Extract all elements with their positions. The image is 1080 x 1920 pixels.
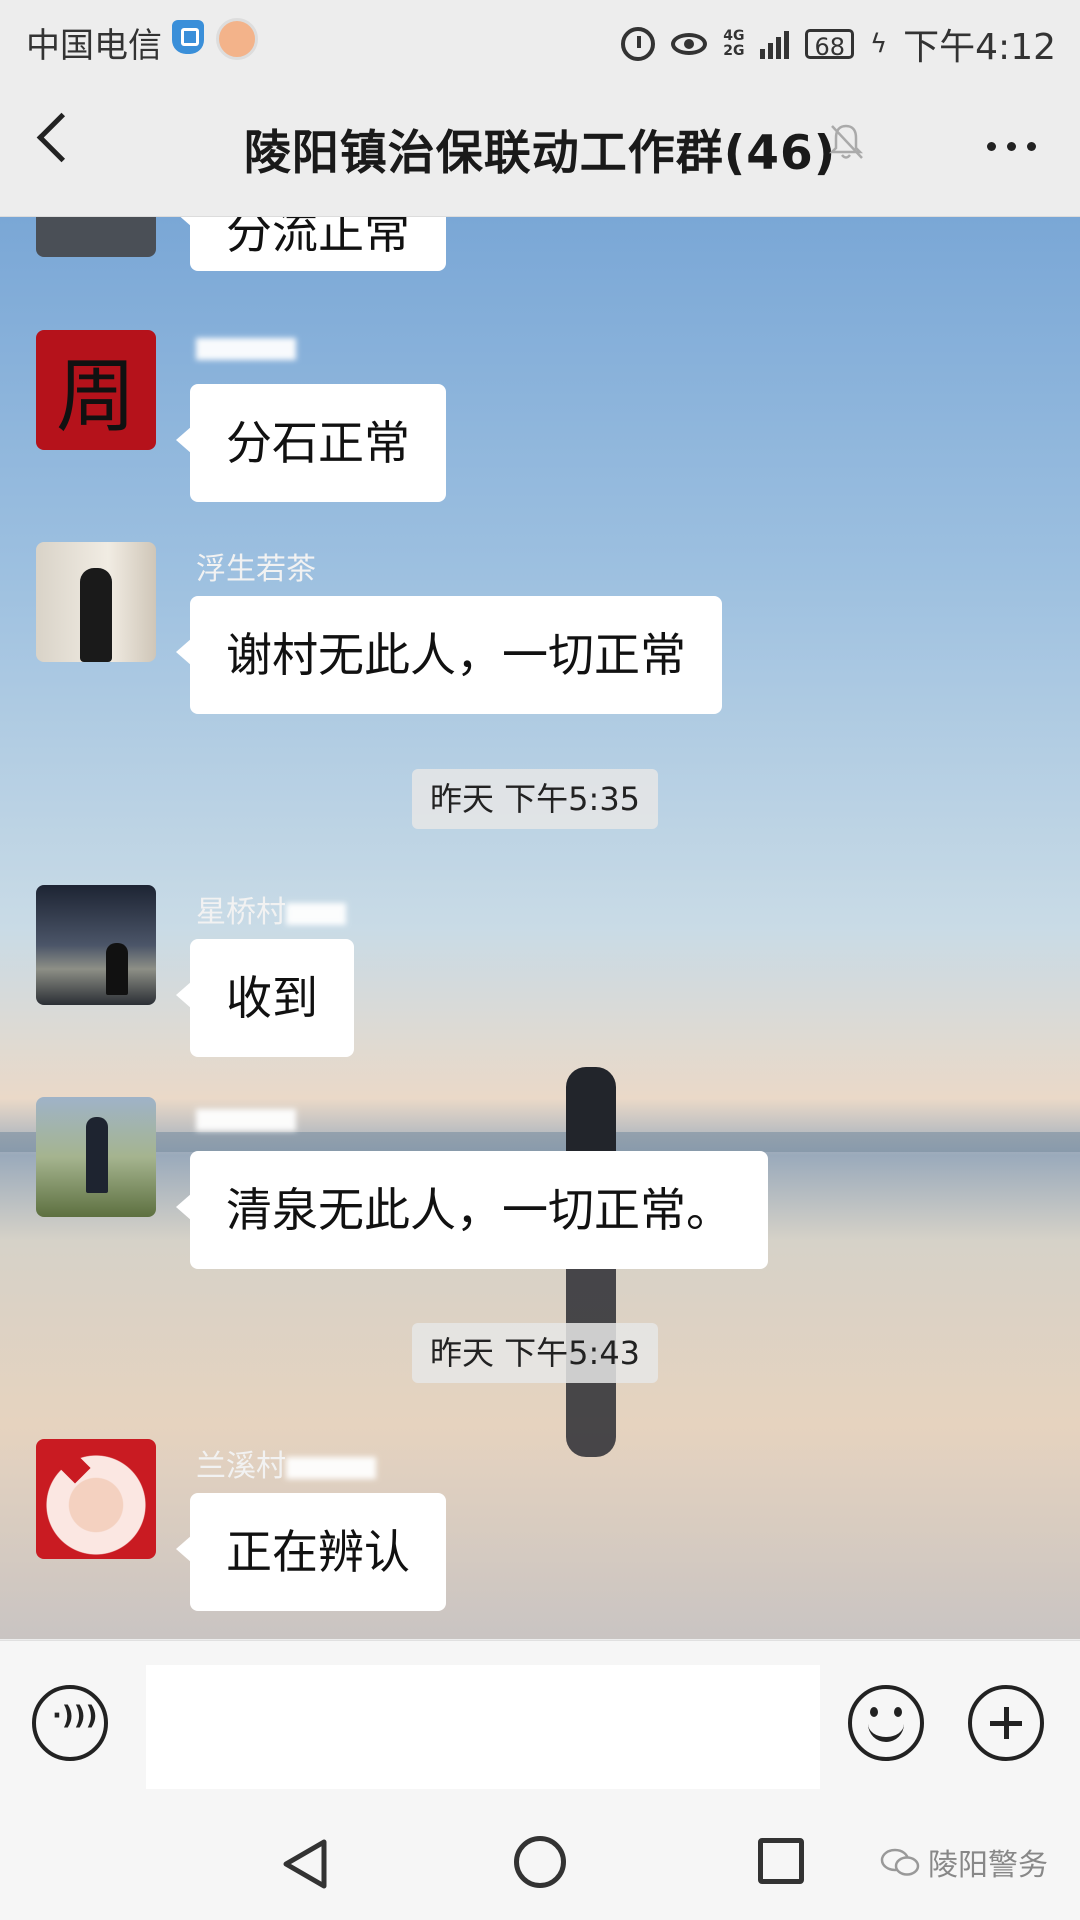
avatar[interactable] [36,1439,156,1559]
background-horizon [0,1132,1080,1152]
message-text: 分石正常 [226,416,410,470]
message-text: 正在辨认 [226,1525,410,1579]
chat-header: 陵阳镇治保联动工作群(46) [0,76,1080,217]
eye-icon [671,33,708,55]
sender-name: 兰溪村 [196,1441,376,1485]
message-bubble[interactable]: 收到 [176,939,354,1057]
avatar[interactable] [36,217,156,257]
status-bar: 中国电信 4G 2G 68 ϟ 下午4:12 [0,0,1080,76]
network-type: 4G 2G [723,29,744,59]
avatar[interactable] [36,542,156,662]
message-bubble[interactable]: 清泉无此人，一切正常。 [176,1151,768,1269]
shield-icon [172,20,204,54]
input-bar [0,1640,1080,1791]
voice-input-icon[interactable] [32,1685,108,1761]
avatar[interactable]: 周 [36,330,156,450]
system-nav-bar: 陵阳警务 [0,1790,1080,1920]
sender-name [196,1101,296,1136]
charging-icon: ϟ [870,29,888,59]
carrier-name: 中国电信 [26,26,162,66]
message-bubble[interactable]: 正在辨认 [176,1493,446,1611]
app-badge-icon [216,18,258,60]
nav-recents-icon[interactable] [758,1838,804,1884]
message-bubble[interactable]: 谢村无此人，一切正常 [176,596,722,714]
message-input[interactable] [146,1665,820,1789]
emoji-icon[interactable] [848,1685,924,1761]
sender-name-text: 星桥村 [196,895,286,930]
network-bottom: 2G [723,43,745,59]
timestamp: 昨天 下午5:43 [412,1323,659,1383]
nav-home-icon[interactable] [514,1836,566,1888]
signal-icon [760,29,790,59]
avatar[interactable] [36,1097,156,1217]
chat-title: 陵阳镇治保联动工作群(46) [243,126,837,181]
message-bubble[interactable]: 分石正常 [176,384,446,502]
plus-icon[interactable] [968,1685,1044,1761]
message-bubble[interactable]: 分流正常 [176,217,446,271]
message-text: 谢村无此人，一切正常 [226,628,686,682]
battery-icon: 68 [805,29,854,61]
mute-bell-icon [828,124,864,159]
wechat-icon [880,1848,920,1876]
network-top: 4G [723,28,745,44]
watermark-text: 陵阳警务 [928,1848,1048,1883]
alarm-icon [621,27,656,61]
message-text: 清泉无此人，一切正常。 [226,1183,732,1237]
sender-name-text: 兰溪村 [196,1449,286,1484]
sender-name: 浮生若茶 [196,552,316,587]
more-options-icon[interactable] [987,142,1036,151]
avatar[interactable] [36,885,156,1005]
message-text: 收到 [226,971,318,1025]
message-text: 分流正常 [226,217,410,259]
sender-name [196,330,296,365]
clock: 下午4:12 [903,27,1056,68]
timestamp: 昨天 下午5:35 [412,769,659,829]
sender-name: 星桥村 [196,887,346,931]
watermark: 陵阳警务 [880,1840,1048,1884]
avatar-seal-character: 周 [56,350,136,443]
nav-back-icon[interactable] [280,1838,328,1890]
chat-area[interactable]: 分流正常 周 分石正常 浮生若茶 谢村无此人，一切正常 昨天 下午5:35 星桥… [0,217,1080,1639]
